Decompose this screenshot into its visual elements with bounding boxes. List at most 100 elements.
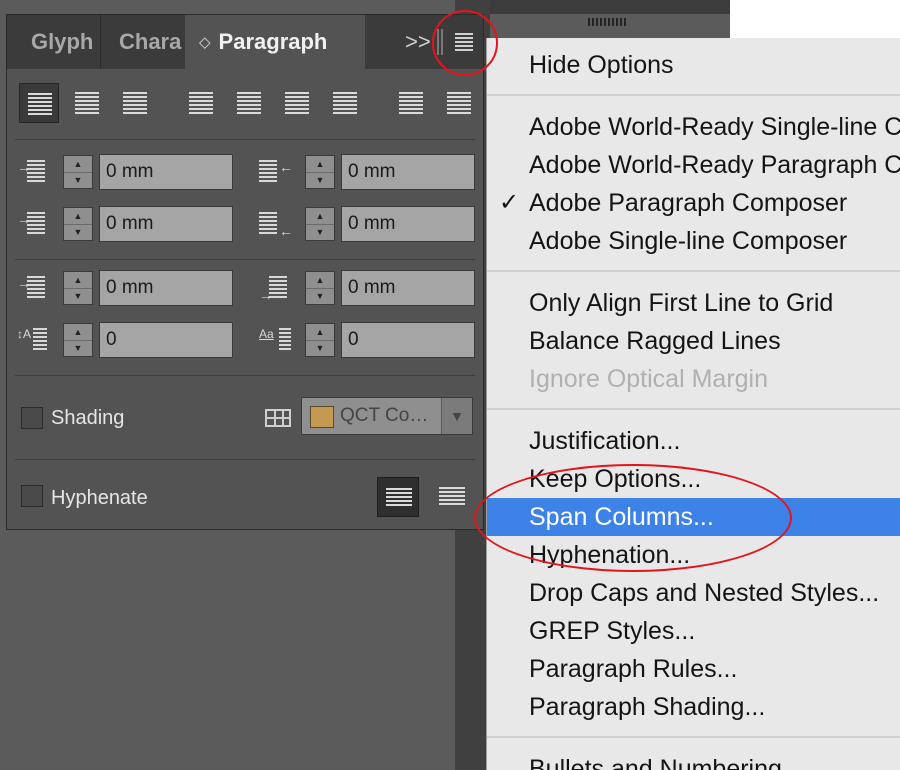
- stepper-down-icon[interactable]: ▼: [306, 224, 334, 240]
- stepper-up-icon[interactable]: ▲: [64, 156, 92, 173]
- drop-cap-lines-icon: ↕A: [17, 323, 51, 357]
- divider: [15, 375, 475, 376]
- last-line-indent-input[interactable]: 0 mm: [341, 206, 475, 242]
- stepper-up-icon[interactable]: ▲: [306, 324, 334, 341]
- left-indent-stepper[interactable]: ▲ ▼: [63, 155, 93, 189]
- justify-right-icon: [285, 92, 309, 114]
- space-before-icon: →: [17, 271, 51, 305]
- alignment-buttons: [19, 83, 479, 127]
- drop-cap-chars-icon: Aa: [259, 323, 293, 357]
- justify-right-button[interactable]: [277, 83, 317, 123]
- stepper-up-icon[interactable]: ▲: [306, 208, 334, 225]
- justify-center-button[interactable]: [229, 83, 269, 123]
- align-away-spine-icon: [447, 92, 471, 114]
- menu-item-label: Adobe Paragraph Composer: [529, 189, 848, 217]
- hyphenate-checkbox[interactable]: [21, 485, 43, 507]
- menu-item-bullets-numbering[interactable]: Bullets and Numbering...: [487, 750, 900, 770]
- left-indent-icon: →: [17, 155, 51, 189]
- shading-checkbox[interactable]: [21, 407, 43, 429]
- menu-item-balance-ragged[interactable]: Balance Ragged Lines: [487, 322, 900, 360]
- menu-item-drop-caps[interactable]: Drop Caps and Nested Styles...: [487, 574, 900, 612]
- shading-color-dropdown[interactable]: QCT Co… ▼: [301, 397, 473, 435]
- stepper-up-icon[interactable]: ▲: [64, 324, 92, 341]
- drop-cap-chars-input[interactable]: 0: [341, 322, 475, 358]
- first-line-indent-icon: →: [17, 207, 51, 241]
- menu-item-hide-options[interactable]: Hide Options: [487, 46, 900, 84]
- shading-color-name: QCT Co…: [340, 405, 429, 426]
- menu-item-align-first-line[interactable]: Only Align First Line to Grid: [487, 284, 900, 322]
- justify-all-icon: [333, 92, 357, 114]
- stepper-down-icon[interactable]: ▼: [306, 340, 334, 356]
- first-line-indent-input[interactable]: 0 mm: [99, 206, 233, 242]
- menu-item-paragraph-shading[interactable]: Paragraph Shading...: [487, 688, 900, 726]
- align-towards-spine-icon: [399, 92, 423, 114]
- updown-icon: ◇: [199, 34, 211, 51]
- stepper-down-icon[interactable]: ▼: [306, 288, 334, 304]
- more-tabs-icon[interactable]: >>: [405, 29, 431, 55]
- panel-tab-bar: Glyph Chara ◇ Paragraph >>: [7, 15, 483, 69]
- last-line-indent-stepper[interactable]: ▲ ▼: [305, 207, 335, 241]
- menu-item-ignore-optical-margin: Ignore Optical Margin: [529, 365, 769, 393]
- tab-glyph-label: Glyph: [31, 29, 94, 54]
- paragraph-panel: Glyph Chara ◇ Paragraph >> → ▲ ▼ 0 mm ← ▲…: [6, 14, 484, 530]
- space-before-stepper[interactable]: ▲ ▼: [63, 271, 93, 305]
- space-after-input[interactable]: 0 mm: [341, 270, 475, 306]
- right-indent-stepper[interactable]: ▲ ▼: [305, 155, 335, 189]
- align-right-icon: [123, 92, 147, 114]
- tab-glyph[interactable]: Glyph: [7, 15, 101, 69]
- multi-column-icon: [439, 487, 465, 505]
- stepper-up-icon[interactable]: ▲: [306, 156, 334, 173]
- space-after-stepper[interactable]: ▲ ▼: [305, 271, 335, 305]
- menu-item-world-ready-single-line[interactable]: Adobe World-Ready Single-line Composer: [487, 108, 900, 146]
- single-column-icon: [386, 488, 412, 506]
- chevron-down-icon[interactable]: ▼: [441, 398, 472, 434]
- align-towards-spine-button[interactable]: [391, 83, 431, 123]
- space-before-input[interactable]: 0 mm: [99, 270, 233, 306]
- stepper-down-icon[interactable]: ▼: [64, 288, 92, 304]
- drop-cap-lines-input[interactable]: 0: [99, 322, 233, 358]
- menu-separator: [487, 408, 900, 410]
- annotation-circle-menu-button: [432, 10, 498, 76]
- align-right-button[interactable]: [115, 83, 155, 123]
- align-center-button[interactable]: [67, 83, 107, 123]
- stepper-up-icon[interactable]: ▲: [64, 208, 92, 225]
- drop-cap-lines-stepper[interactable]: ▲ ▼: [63, 323, 93, 357]
- menu-item-single-line-composer[interactable]: Adobe Single-line Composer: [487, 222, 900, 260]
- annotation-circle-span-columns: [474, 464, 792, 572]
- table-grid-icon[interactable]: [265, 409, 291, 427]
- menu-item-grep-styles[interactable]: GREP Styles...: [487, 612, 900, 650]
- left-indent-input[interactable]: 0 mm: [99, 154, 233, 190]
- background-page: [730, 0, 900, 38]
- stepper-up-icon[interactable]: ▲: [64, 272, 92, 289]
- justify-all-button[interactable]: [325, 83, 365, 123]
- stepper-down-icon[interactable]: ▼: [64, 172, 92, 188]
- menu-separator: [487, 270, 900, 272]
- checkmark-icon: ✓: [499, 189, 520, 216]
- tab-paragraph[interactable]: ◇ Paragraph: [185, 15, 365, 69]
- first-line-indent-stepper[interactable]: ▲ ▼: [63, 207, 93, 241]
- span-columns-button[interactable]: [431, 477, 473, 517]
- justify-left-button[interactable]: [181, 83, 221, 123]
- drag-grip-icon[interactable]: [588, 18, 626, 26]
- stepper-down-icon[interactable]: ▼: [64, 224, 92, 240]
- justify-left-icon: [189, 92, 213, 114]
- stepper-down-icon[interactable]: ▼: [306, 172, 334, 188]
- hyphenate-label: Hyphenate: [51, 487, 148, 509]
- stepper-up-icon[interactable]: ▲: [306, 272, 334, 289]
- no-column-span-button[interactable]: [377, 477, 419, 517]
- right-indent-icon: ←: [259, 155, 293, 189]
- divider: [15, 259, 475, 260]
- tab-paragraph-label: Paragraph: [218, 29, 328, 54]
- justify-center-icon: [237, 92, 261, 114]
- align-away-spine-button[interactable]: [439, 83, 479, 123]
- align-left-button[interactable]: [19, 83, 59, 123]
- drop-cap-chars-stepper[interactable]: ▲ ▼: [305, 323, 335, 357]
- menu-item-paragraph-composer[interactable]: ✓ Adobe Paragraph Composer: [487, 184, 900, 222]
- menu-item-world-ready-paragraph[interactable]: Adobe World-Ready Paragraph Composer: [487, 146, 900, 184]
- right-indent-input[interactable]: 0 mm: [341, 154, 475, 190]
- tab-character[interactable]: Chara: [103, 15, 185, 69]
- menu-item-justification[interactable]: Justification...: [487, 422, 900, 460]
- menu-item-paragraph-rules[interactable]: Paragraph Rules...: [487, 650, 900, 688]
- stepper-down-icon[interactable]: ▼: [64, 340, 92, 356]
- divider: [15, 459, 475, 460]
